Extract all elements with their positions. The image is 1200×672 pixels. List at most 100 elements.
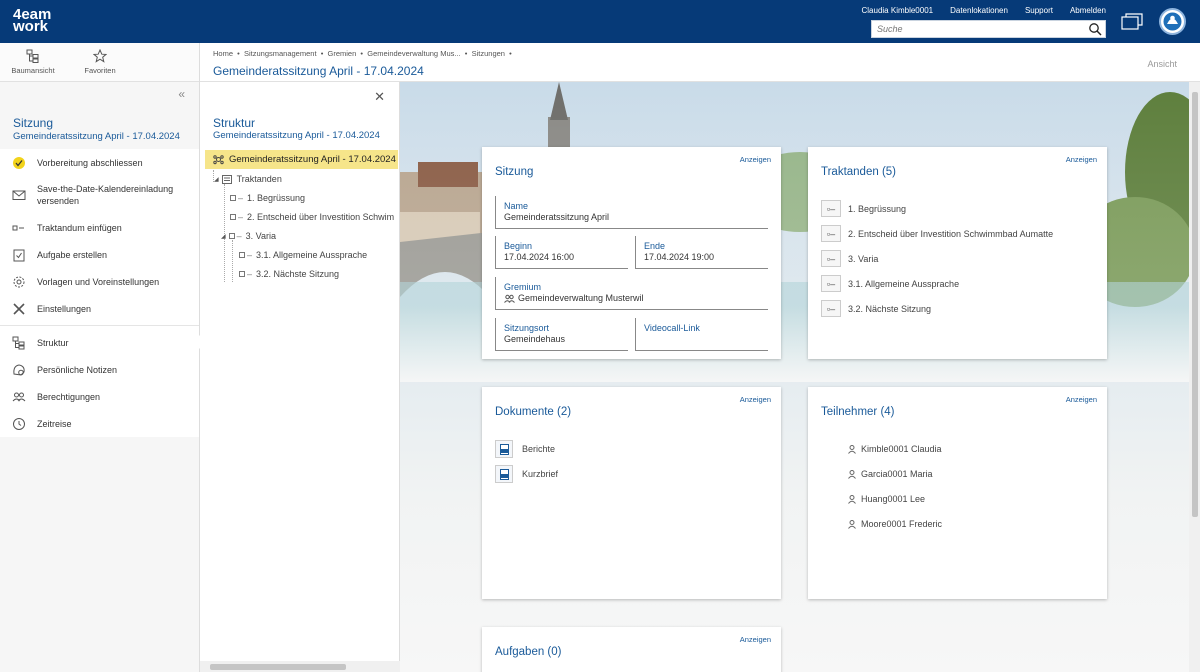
tree-view-button[interactable]: Baumansicht xyxy=(3,49,63,75)
breadcrumb-gremien[interactable]: Gremien xyxy=(328,49,357,58)
action-berechtigungen[interactable]: Berechtigungen xyxy=(0,383,199,410)
videocall-field[interactable]: Videocall-Link xyxy=(635,318,768,351)
breadcrumb: Home • Sitzungsmanagement • Gremien • Ge… xyxy=(213,49,512,58)
favorites-button[interactable]: Favoriten xyxy=(70,49,130,75)
scrollbar-thumb[interactable] xyxy=(1192,92,1198,517)
star-icon xyxy=(93,49,107,63)
check-circle-icon xyxy=(13,156,25,169)
notes-icon xyxy=(13,363,25,376)
structure-icon xyxy=(12,336,25,349)
agenda-item-icon xyxy=(12,225,24,230)
top-bar: 4eam work Claudia Kimble0001 Datenlokatio… xyxy=(0,0,1200,43)
participant-item[interactable]: Garcia0001 Maria xyxy=(848,469,933,479)
traktanden-card: Anzeigen Traktanden (5) ▫– 1. Begrüssung … xyxy=(808,147,1107,359)
support-link[interactable]: Support xyxy=(1025,6,1053,15)
traktandum-item[interactable]: ▫– 3.1. Allgemeine Aussprache xyxy=(821,275,959,292)
participant-item[interactable]: Huang0001 Lee xyxy=(848,494,925,504)
tree-node-traktanden[interactable]: ◢ Traktanden xyxy=(214,174,282,184)
app-logo[interactable]: 4eam work xyxy=(13,7,51,34)
document-item[interactable]: Berichte xyxy=(495,440,555,458)
action-einstellungen[interactable]: Einstellungen xyxy=(0,295,199,322)
windows-icon[interactable] xyxy=(1121,13,1143,30)
person-icon xyxy=(848,444,856,454)
begin-field[interactable]: Beginn 17.04.2024 16:00 xyxy=(495,236,628,269)
context-type: Sitzung xyxy=(13,116,54,130)
list-icon xyxy=(221,174,232,184)
task-icon xyxy=(13,249,25,261)
aufgaben-show-link[interactable]: Anzeigen xyxy=(740,635,771,644)
traktanden-show-link[interactable]: Anzeigen xyxy=(1066,155,1097,164)
search-icon[interactable] xyxy=(1088,22,1102,36)
action-aufgabe-erstellen[interactable]: Aufgabe erstellen xyxy=(0,241,199,268)
end-field[interactable]: Ende 17.04.2024 19:00 xyxy=(635,236,768,269)
breadcrumb-gemeindeverwaltung[interactable]: Gemeindeverwaltung Mus... xyxy=(367,49,460,58)
scrollbar-thumb[interactable] xyxy=(210,664,346,670)
group-icon xyxy=(504,294,515,303)
action-zeitreise[interactable]: Zeitreise xyxy=(0,410,199,437)
ort-field[interactable]: Sitzungsort Gemeindehaus xyxy=(495,318,628,351)
teilnehmer-show-link[interactable]: Anzeigen xyxy=(1066,395,1097,404)
gremium-field[interactable]: Gremium Gemeindeverwaltung Musterwil xyxy=(495,277,768,310)
user-avatar[interactable] xyxy=(1159,8,1186,35)
person-icon xyxy=(848,469,856,479)
tree-node-item-1[interactable]: –1. Begrüssung xyxy=(230,193,305,203)
tree-line xyxy=(232,240,233,282)
top-links: Claudia Kimble0001 Datenlokationen Suppo… xyxy=(862,6,1107,15)
traktandum-item[interactable]: ▫– 2. Entscheid über Investition Schwimmb… xyxy=(821,225,1053,242)
tree-node-item-3-1[interactable]: –3.1. Allgemeine Aussprache xyxy=(239,250,367,260)
datenlokationen-link[interactable]: Datenlokationen xyxy=(950,6,1008,15)
action-list: Vorbereitung abschliessen Save-the-Date-… xyxy=(0,149,200,437)
left-sidebar: Baumansicht Favoriten « Sitzung Gemeinde… xyxy=(0,43,200,672)
breadcrumb-home[interactable]: Home xyxy=(213,49,233,58)
person-icon xyxy=(848,494,856,504)
sitzung-card-title: Sitzung xyxy=(495,166,534,178)
sitzung-show-link[interactable]: Anzeigen xyxy=(740,155,771,164)
breadcrumb-sitzungen[interactable]: Sitzungen xyxy=(472,49,505,58)
vertical-scrollbar[interactable] xyxy=(1189,82,1200,672)
tree-node-item-3[interactable]: ◢ –3. Varia xyxy=(221,231,276,241)
logout-link[interactable]: Abmelden xyxy=(1070,6,1106,15)
gremium-value: Gemeindeverwaltung Musterwil xyxy=(518,293,644,303)
action-save-the-date[interactable]: Save-the-Date-Kalendereinladung versende… xyxy=(0,176,199,214)
participant-item[interactable]: Moore0001 Frederic xyxy=(848,519,942,529)
horizontal-scrollbar[interactable] xyxy=(200,661,400,672)
context-title: Gemeinderatssitzung April - 17.04.2024 xyxy=(13,131,180,142)
breadcrumb-sitzungsmanagement[interactable]: Sitzungsmanagement xyxy=(244,49,317,58)
traktandum-item[interactable]: ▫– 1. Begrüssung xyxy=(821,200,906,217)
tree-icon xyxy=(26,49,39,63)
tree-root-node[interactable]: Gemeinderatssitzung April - 17.04.2024 xyxy=(205,150,398,169)
traktandum-item[interactable]: ▫– 3. Varia xyxy=(821,250,878,267)
dokumente-show-link[interactable]: Anzeigen xyxy=(740,395,771,404)
agenda-item-icon: ▫– xyxy=(821,200,841,217)
close-icon[interactable]: ✕ xyxy=(374,89,385,105)
action-vorlagen[interactable]: Vorlagen und Voreinstellungen xyxy=(0,268,199,295)
structure-panel: ✕ Struktur Gemeinderatssitzung April - 1… xyxy=(200,82,400,672)
aufgaben-card-title: Aufgaben (0) xyxy=(495,646,562,658)
users-icon xyxy=(12,392,26,401)
document-icon xyxy=(495,465,513,483)
collapse-sidebar-icon[interactable]: « xyxy=(178,87,185,101)
action-struktur[interactable]: Struktur xyxy=(0,329,200,356)
dokumente-card: Anzeigen Dokumente (2) Berichte Kurzbrie… xyxy=(482,387,781,599)
view-menu[interactable]: Ansicht xyxy=(1147,59,1177,69)
person-icon xyxy=(848,519,856,529)
traktanden-card-title: Traktanden (5) xyxy=(821,166,896,178)
meeting-icon xyxy=(213,155,224,165)
action-traktandum-einfuegen[interactable]: Traktandum einfügen xyxy=(0,214,199,241)
name-field[interactable]: Name Gemeinderatssitzung April xyxy=(495,196,768,229)
dokumente-card-title: Dokumente (2) xyxy=(495,406,572,418)
document-item[interactable]: Kurzbrief xyxy=(495,465,558,483)
tree-node-item-3-2[interactable]: –3.2. Nächste Sitzung xyxy=(239,269,339,279)
search-input[interactable] xyxy=(872,21,1082,37)
participant-item[interactable]: Kimble0001 Claudia xyxy=(848,444,942,454)
history-icon xyxy=(13,417,25,430)
action-vorbereitung-abschliessen[interactable]: Vorbereitung abschliessen xyxy=(0,149,199,176)
tree-node-item-2[interactable]: –2. Entscheid über Investition Schwim xyxy=(230,212,394,222)
traktandum-item[interactable]: ▫– 3.2. Nächste Sitzung xyxy=(821,300,931,317)
user-name-link[interactable]: Claudia Kimble0001 xyxy=(862,6,934,15)
page-header: Home • Sitzungsmanagement • Gremien • Ge… xyxy=(200,43,1200,82)
action-persoenliche-notizen[interactable]: Persönliche Notizen xyxy=(0,356,199,383)
tools-icon xyxy=(13,302,25,315)
dashboard-content: Anzeigen Sitzung Name Gemeinderatssitzun… xyxy=(400,82,1189,672)
page-title: Gemeinderatssitzung April - 17.04.2024 xyxy=(213,64,424,78)
